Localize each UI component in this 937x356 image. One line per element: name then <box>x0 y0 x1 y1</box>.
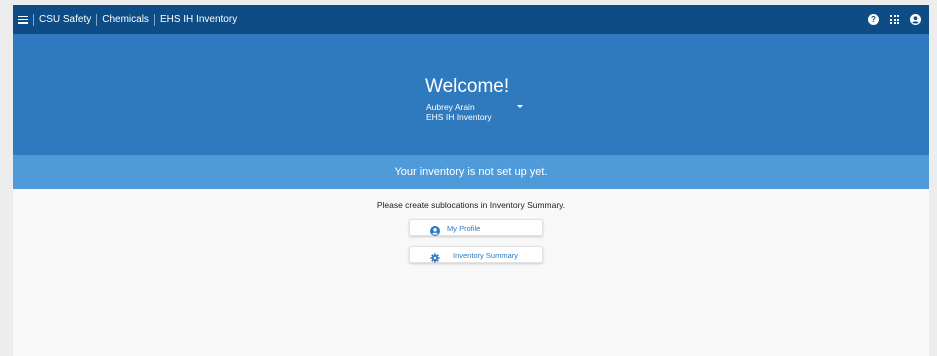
setup-notice-text: Your inventory is not set up yet. <box>394 166 548 178</box>
divider <box>96 13 98 26</box>
menu-icon[interactable] <box>18 15 28 24</box>
top-bar: CSU Safety Chemicals EHS IH Inventory ? <box>13 5 929 34</box>
header-actions: ? <box>868 14 921 25</box>
user-dropdown-caret-icon[interactable] <box>517 105 523 108</box>
help-icon[interactable]: ? <box>868 14 879 25</box>
user-name: Aubrey Arain <box>426 102 475 112</box>
inventory-summary-button[interactable]: Inventory Summary <box>409 246 543 263</box>
setup-hint: Please create sublocations in Inventory … <box>376 200 566 210</box>
gear-icon <box>430 250 440 263</box>
my-profile-button[interactable]: My Profile <box>409 219 543 236</box>
inventory-summary-label: Inventory Summary <box>453 250 519 260</box>
breadcrumb-ehs-ih-inventory[interactable]: EHS IH Inventory <box>160 14 237 25</box>
my-profile-label: My Profile <box>447 223 481 233</box>
setup-notice: Your inventory is not set up yet. <box>13 155 929 189</box>
app-frame: CSU Safety Chemicals EHS IH Inventory ? … <box>13 5 929 356</box>
welcome-title: Welcome! <box>425 76 510 97</box>
apps-grid-icon[interactable] <box>889 14 900 25</box>
breadcrumb-chemicals[interactable]: Chemicals <box>102 14 149 25</box>
breadcrumb-csu-safety[interactable]: CSU Safety <box>39 14 91 25</box>
divider <box>33 13 34 26</box>
account-icon[interactable] <box>910 14 921 25</box>
welcome-banner: Welcome! Aubrey Arain EHS IH Inventory <box>13 34 929 155</box>
app-name: EHS IH Inventory <box>426 112 492 122</box>
divider <box>153 13 155 26</box>
account-icon <box>430 223 440 236</box>
